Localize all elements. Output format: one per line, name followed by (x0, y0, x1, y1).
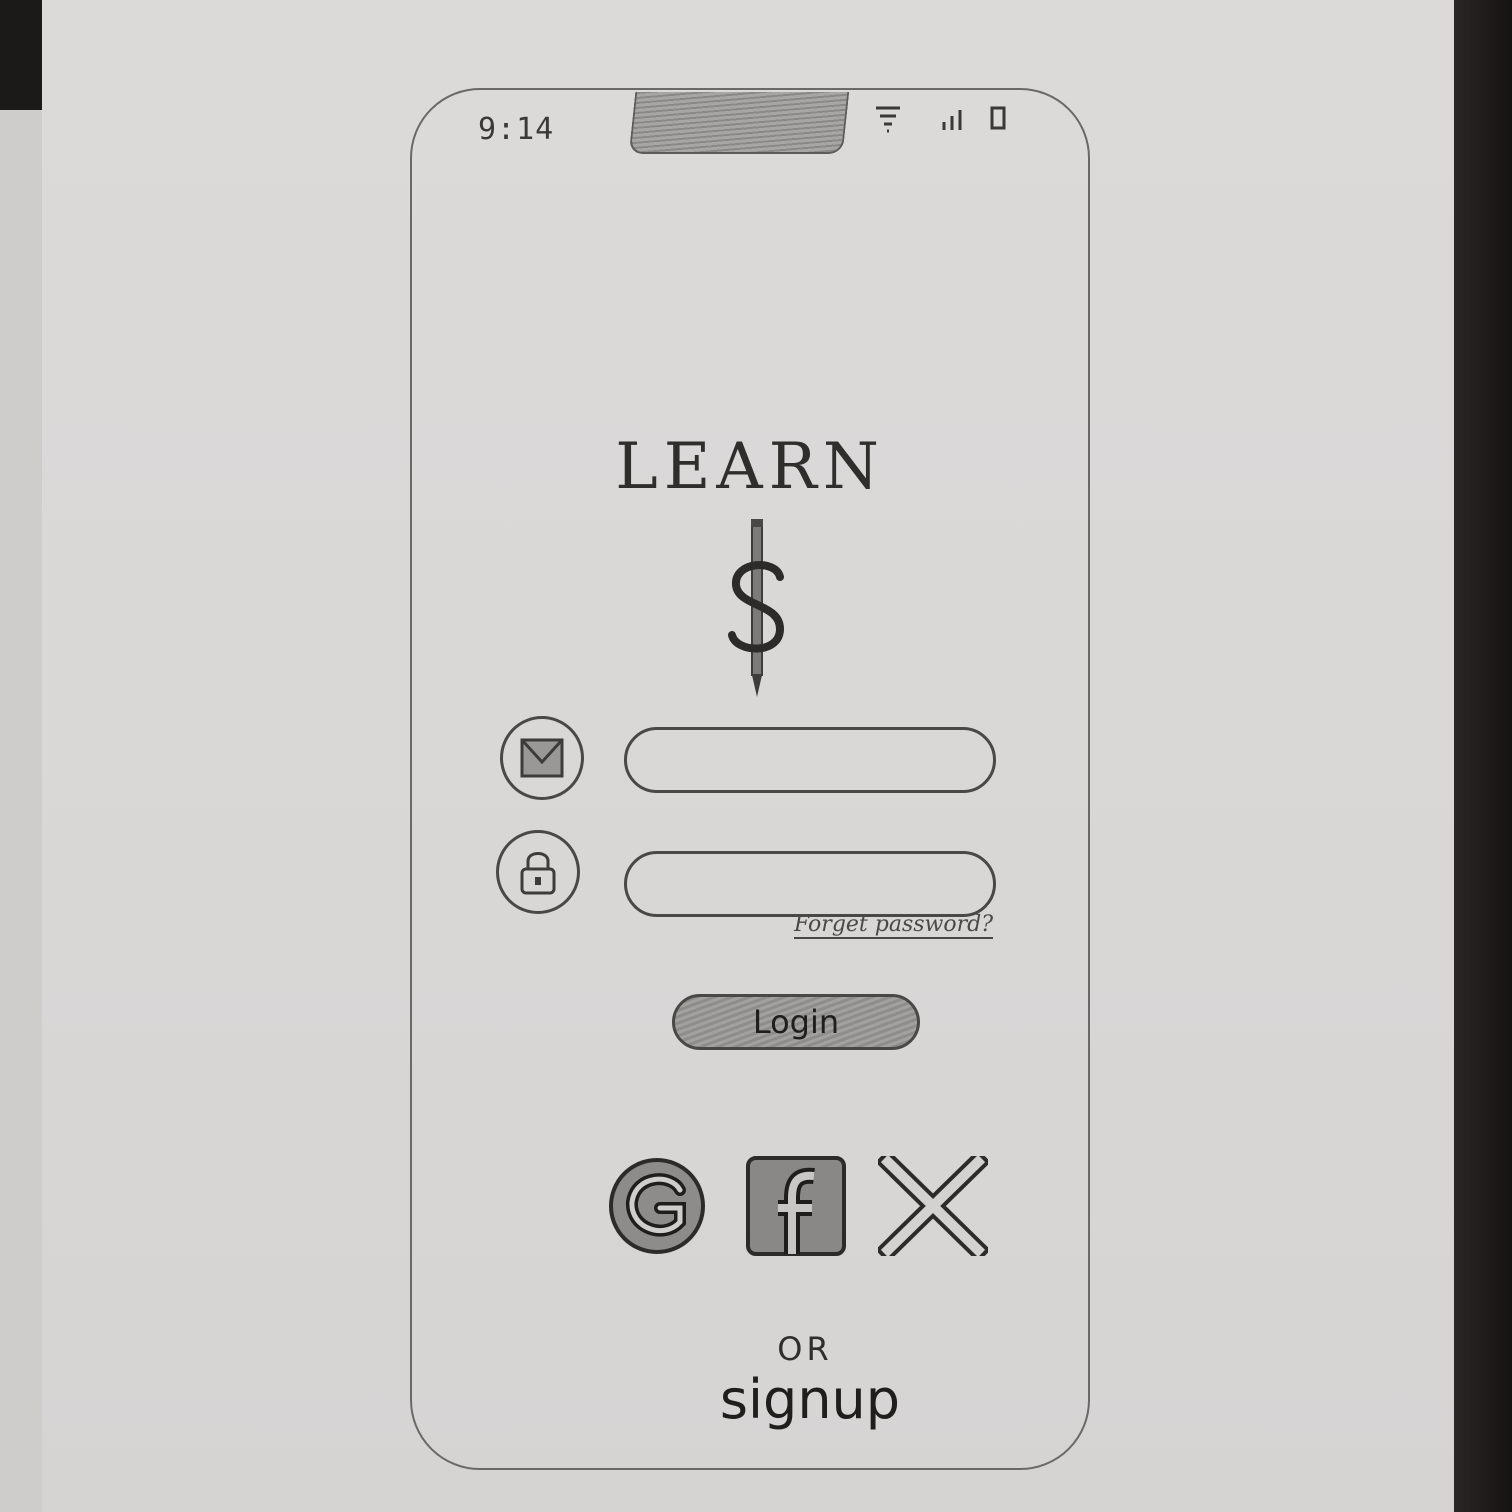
signal-icon (942, 110, 962, 130)
forget-password-link[interactable]: Forget password? (794, 912, 994, 939)
wifi-icon (876, 106, 900, 133)
battery-icon (990, 106, 1006, 130)
login-button[interactable]: Login (672, 994, 920, 1050)
facebook-icon[interactable] (744, 1156, 854, 1256)
status-time: 9:14 (478, 112, 555, 147)
google-icon[interactable] (602, 1156, 712, 1256)
app-title: LEARN (615, 430, 885, 504)
status-icons (876, 106, 1006, 133)
mail-icon (500, 716, 584, 800)
signup-link[interactable]: signup (700, 1368, 920, 1431)
table-background (1454, 0, 1512, 1512)
lock-icon (496, 830, 580, 914)
email-field[interactable] (624, 727, 996, 793)
phone-notch (628, 92, 850, 154)
password-field[interactable] (624, 851, 996, 917)
pencil-dollar-logo (728, 519, 785, 697)
or-divider-label: OR (777, 1330, 833, 1368)
x-icon[interactable] (878, 1156, 988, 1256)
